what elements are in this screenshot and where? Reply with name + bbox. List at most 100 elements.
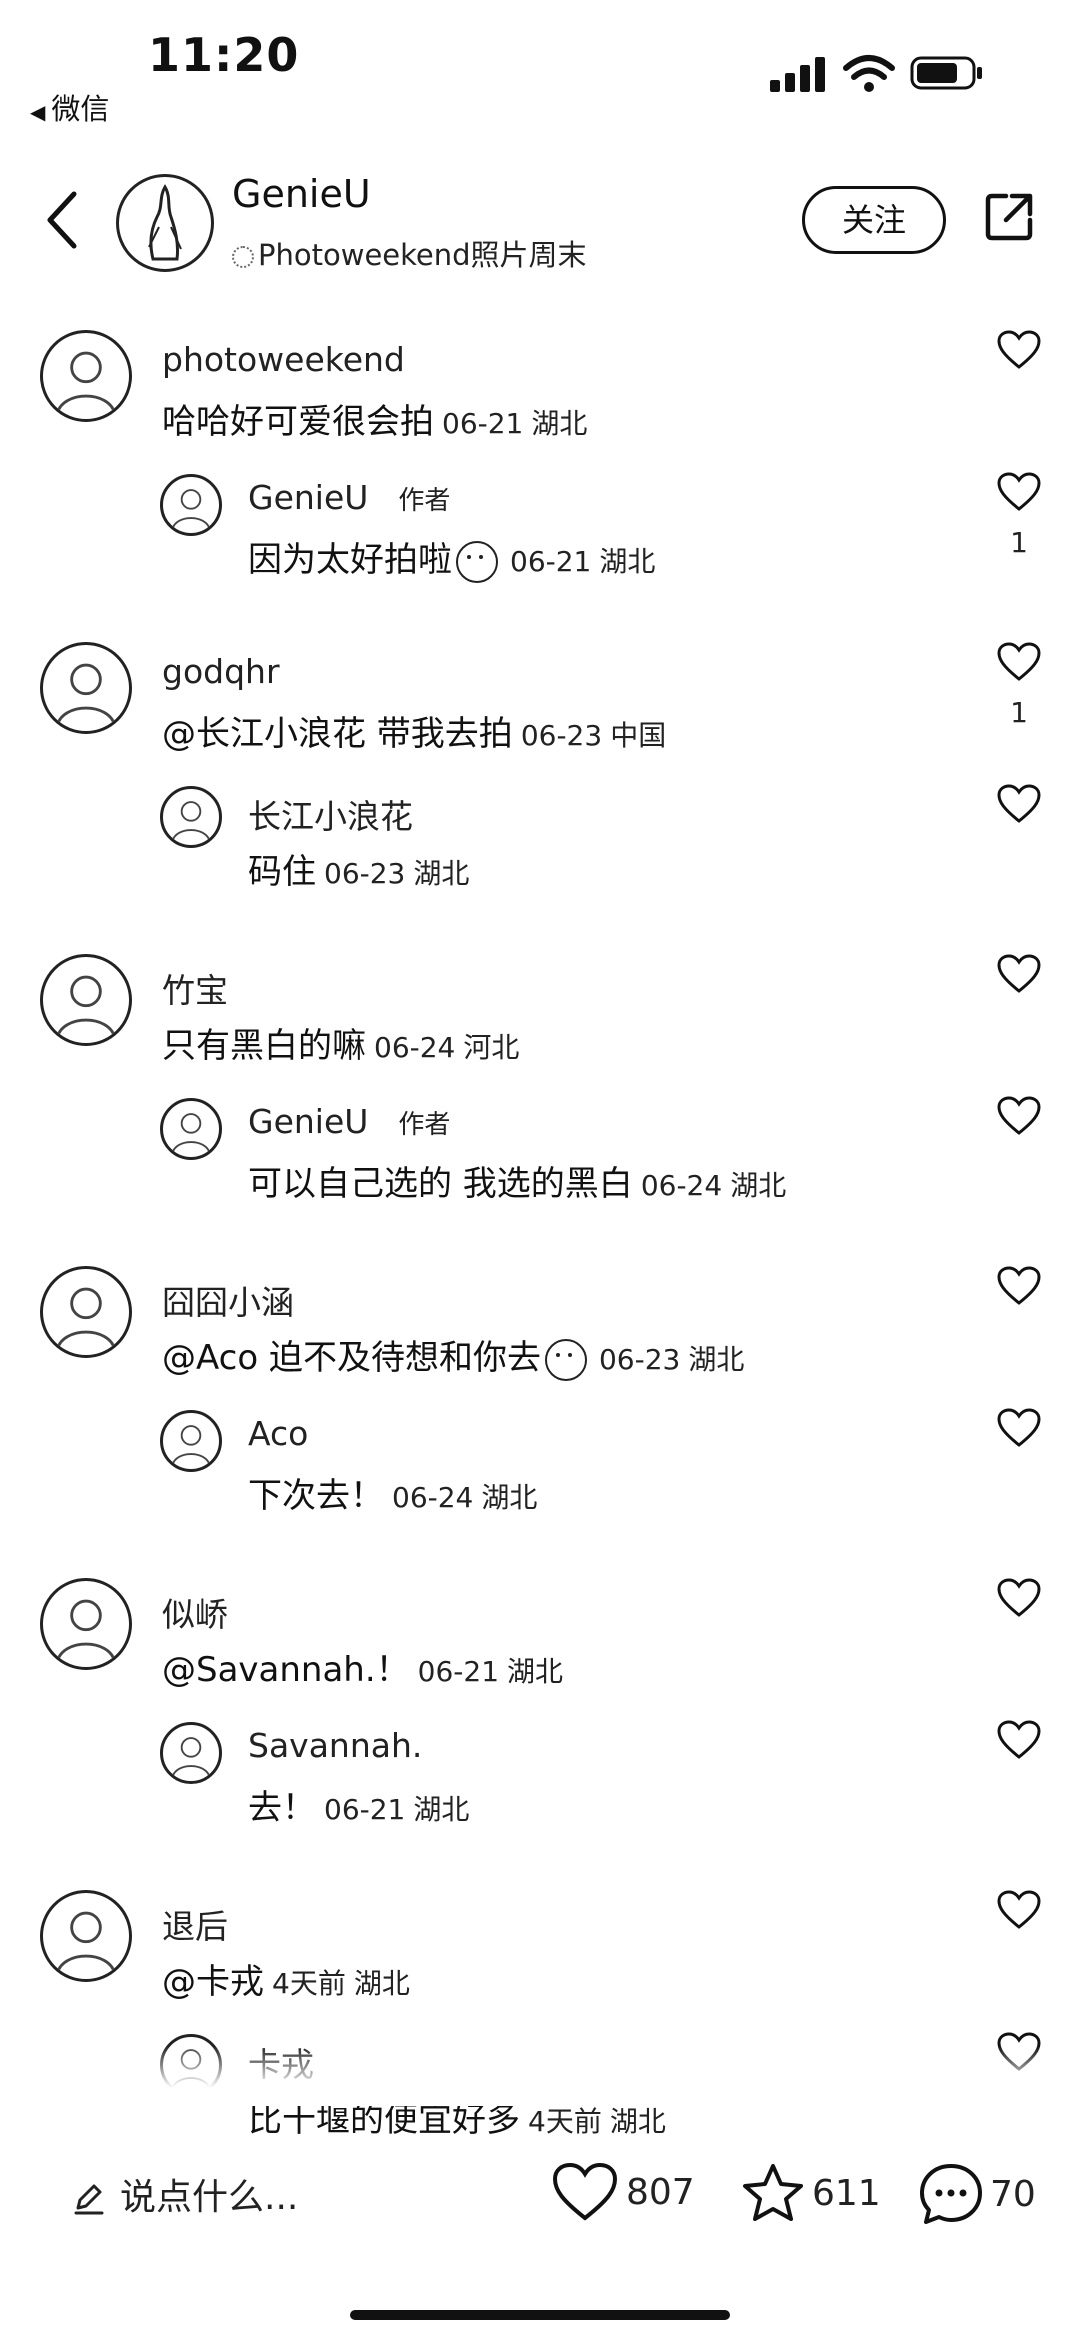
author-name[interactable]: GenieU (232, 172, 371, 216)
follow-button[interactable]: 关注 (802, 186, 946, 254)
comment-body: 比十堰的便宜好多 (248, 2100, 520, 2140)
username-text: GenieU (248, 1102, 369, 1141)
comment-body: @卡戎 (162, 1962, 264, 2002)
favorite-button[interactable]: 611 (740, 2162, 881, 2224)
comment-date: 06-23 (520, 719, 603, 752)
username-text: 退后 (162, 1907, 228, 1946)
username-text: GenieU (248, 478, 369, 517)
comment-text: 因为太好拍啦 06-21 湖北 (248, 532, 655, 583)
comment-username[interactable]: Aco (248, 1414, 308, 1453)
comment-like-button[interactable] (996, 1578, 1042, 1632)
comment-like-button[interactable] (996, 954, 1042, 1008)
comment-like-button[interactable] (996, 1720, 1042, 1774)
comment-location: 湖北 (609, 2105, 666, 2138)
comment-input[interactable]: 说点什么... (72, 2168, 298, 2220)
comment-body: 因为太好拍啦 (248, 540, 452, 580)
author-avatar[interactable] (116, 174, 214, 272)
user-avatar[interactable] (40, 642, 132, 734)
comment-location: 湖北 (730, 1169, 787, 1202)
heart-icon (997, 784, 1041, 823)
user-avatar[interactable] (160, 786, 222, 848)
comment-like-button[interactable] (996, 1266, 1042, 1320)
comment-date: 06-21 (417, 1655, 500, 1688)
comment-like-button[interactable] (996, 1890, 1042, 1944)
user-avatar[interactable] (40, 1266, 132, 1358)
comment-date: 06-24 (374, 1031, 456, 1064)
battery-icon (910, 56, 982, 90)
comment-location: 河北 (463, 1031, 520, 1064)
username-text: godqhr (162, 652, 280, 691)
comment-like-button[interactable] (996, 1096, 1042, 1150)
back-to-app-link[interactable]: ◀ 微信 (30, 86, 109, 128)
comment-location: 中国 (610, 719, 667, 752)
heart-icon (997, 1408, 1041, 1447)
comment-username[interactable]: 退后 (162, 1900, 228, 1948)
comment-count: 70 (990, 2173, 1036, 2215)
comment-like-count: 1 (1010, 526, 1028, 559)
heart-icon (552, 2162, 618, 2221)
pencil-icon (74, 2184, 104, 2215)
comment-date: 06-24 (392, 1481, 474, 1514)
comment-date: 06-23 (324, 857, 406, 890)
comment-body: 可以自己选的 我选的黑白 (248, 1164, 633, 1204)
heart-icon (997, 1266, 1041, 1305)
comment-username[interactable]: GenieU 作者 (248, 478, 450, 517)
comment-count-button[interactable]: 70 (918, 2162, 1036, 2226)
heart-icon (997, 642, 1041, 681)
author-tag: 作者 (398, 486, 451, 516)
comment-username[interactable]: 似峤 (162, 1588, 228, 1636)
comment-date: 4天前 (272, 1967, 346, 2000)
user-avatar[interactable] (40, 1578, 132, 1670)
comment-username[interactable]: photoweekend (162, 340, 405, 379)
comment-like-button[interactable] (996, 1408, 1042, 1462)
comment-body: 去！ (248, 1788, 316, 1828)
comment-input-placeholder: 说点什么... (120, 2177, 299, 2218)
user-avatar[interactable] (40, 1890, 132, 1982)
comment-like-button[interactable]: 1 (996, 472, 1042, 559)
username-text: 长江小浪花 (248, 797, 413, 836)
comment-username[interactable]: 囧囧小涵 (162, 1276, 294, 1324)
comment-username[interactable]: GenieU 作者 (248, 1102, 450, 1141)
author-tag: 作者 (398, 1110, 451, 1140)
comment-text: 只有黑白的嘛 06-24 河北 (162, 1018, 519, 1067)
comment-location: 湖北 (507, 1655, 564, 1688)
comment-username[interactable]: 竹宝 (162, 964, 228, 1012)
comment-like-count: 1 (1010, 696, 1028, 729)
user-avatar[interactable] (160, 474, 222, 536)
comment-location: 湖北 (413, 1793, 470, 1826)
like-button[interactable]: 807 (552, 2162, 695, 2222)
comment-like-button[interactable] (996, 784, 1042, 838)
wifi-icon (843, 55, 895, 92)
loading-dot-icon (232, 246, 254, 268)
comment-body: 码住 (248, 852, 316, 892)
comment-username[interactable]: godqhr (162, 652, 280, 691)
user-avatar[interactable] (160, 1722, 222, 1784)
comment-date: 06-21 (510, 545, 592, 578)
like-count: 807 (626, 2171, 695, 2213)
comment-username[interactable]: 长江小浪花 (248, 790, 413, 838)
comment-body: @Aco 迫不及待想和你去 (162, 1338, 541, 1378)
user-avatar[interactable] (160, 1410, 222, 1472)
comment-body: 只有黑白的嘛 (162, 1026, 366, 1066)
comment-text: 下次去！ 06-24 湖北 (248, 1468, 537, 1517)
share-icon[interactable] (982, 190, 1036, 244)
user-avatar[interactable] (40, 954, 132, 1046)
username-text: Savannah. (248, 1726, 423, 1765)
heart-icon (997, 954, 1041, 993)
back-arrow-icon[interactable] (44, 190, 80, 250)
home-indicator (350, 2310, 730, 2320)
back-triangle-icon: ◀ (30, 100, 46, 124)
comment-date: 06-21 (324, 1793, 406, 1826)
user-avatar[interactable] (160, 1098, 222, 1160)
comment-body: 哈哈好可爱很会拍 (162, 402, 434, 442)
heart-icon (997, 472, 1041, 511)
favorite-count: 611 (812, 2172, 881, 2214)
comment-like-button[interactable]: 1 (996, 642, 1042, 729)
comment-username[interactable]: Savannah. (248, 1726, 422, 1765)
emoji-icon (456, 540, 498, 583)
comment-text: 码住 06-23 湖北 (248, 844, 469, 893)
comment-like-button[interactable] (996, 330, 1042, 384)
cellular-signal-icon (770, 56, 826, 92)
comment-date: 06-24 (640, 1169, 723, 1202)
user-avatar[interactable] (40, 330, 132, 422)
